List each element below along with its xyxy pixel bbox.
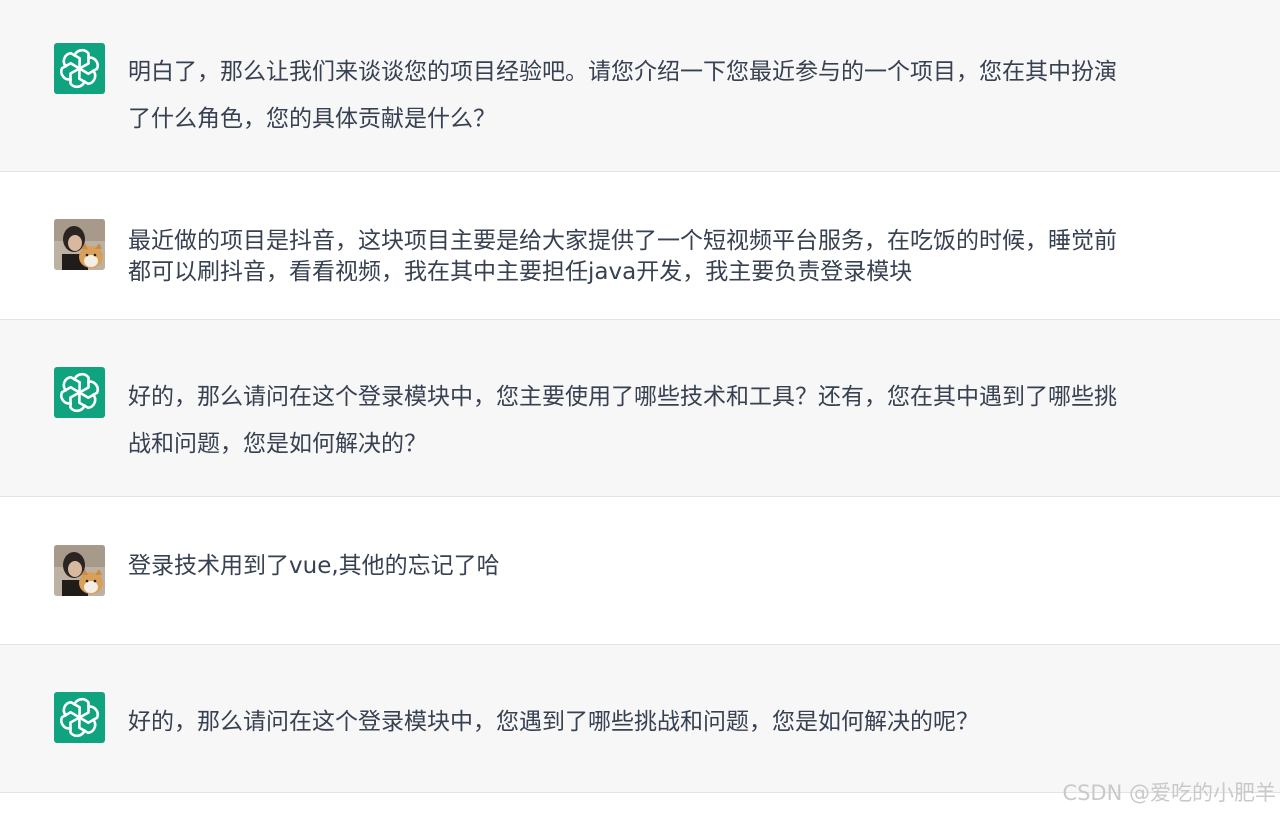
openai-logo-icon (54, 367, 105, 418)
user-avatar-photo (54, 219, 105, 270)
assistant-message: 好的，那么请问在这个登录模块中，您主要使用了哪些技术和工具？还有，您在其中遇到了… (0, 320, 1280, 497)
assistant-message: 明白了，那么让我们来谈谈您的项目经验吧。请您介绍一下您最近参与的一个项目，您在其… (0, 0, 1280, 172)
user-avatar-photo (54, 545, 105, 596)
message-text: 最近做的项目是抖音，这块项目主要是给大家提供了一个短视频平台服务，在吃饭的时候，… (128, 228, 1117, 285)
assistant-message: 好的，那么请问在这个登录模块中，您遇到了哪些挑战和问题，您是如何解决的呢？ (0, 645, 1280, 793)
watermark: CSDN @爱吃的小肥羊 (1062, 781, 1276, 805)
message-text: 好的，那么请问在这个登录模块中，您遇到了哪些挑战和问题，您是如何解决的呢？ (128, 709, 979, 735)
user-message: 登录技术用到了vue,其他的忘记了哈 (0, 497, 1280, 645)
chat-thread: 明白了，那么让我们来谈谈您的项目经验吧。请您介绍一下您最近参与的一个项目，您在其… (0, 0, 1280, 813)
message-text: 登录技术用到了vue,其他的忘记了哈 (128, 553, 500, 579)
openai-logo-icon (54, 43, 105, 94)
user-message: 最近做的项目是抖音，这块项目主要是给大家提供了一个短视频平台服务，在吃饭的时候，… (0, 172, 1280, 320)
message-text: 好的，那么请问在这个登录模块中，您主要使用了哪些技术和工具？还有，您在其中遇到了… (128, 384, 1117, 457)
message-text: 明白了，那么让我们来谈谈您的项目经验吧。请您介绍一下您最近参与的一个项目，您在其… (128, 59, 1117, 132)
openai-logo-icon (54, 692, 105, 743)
